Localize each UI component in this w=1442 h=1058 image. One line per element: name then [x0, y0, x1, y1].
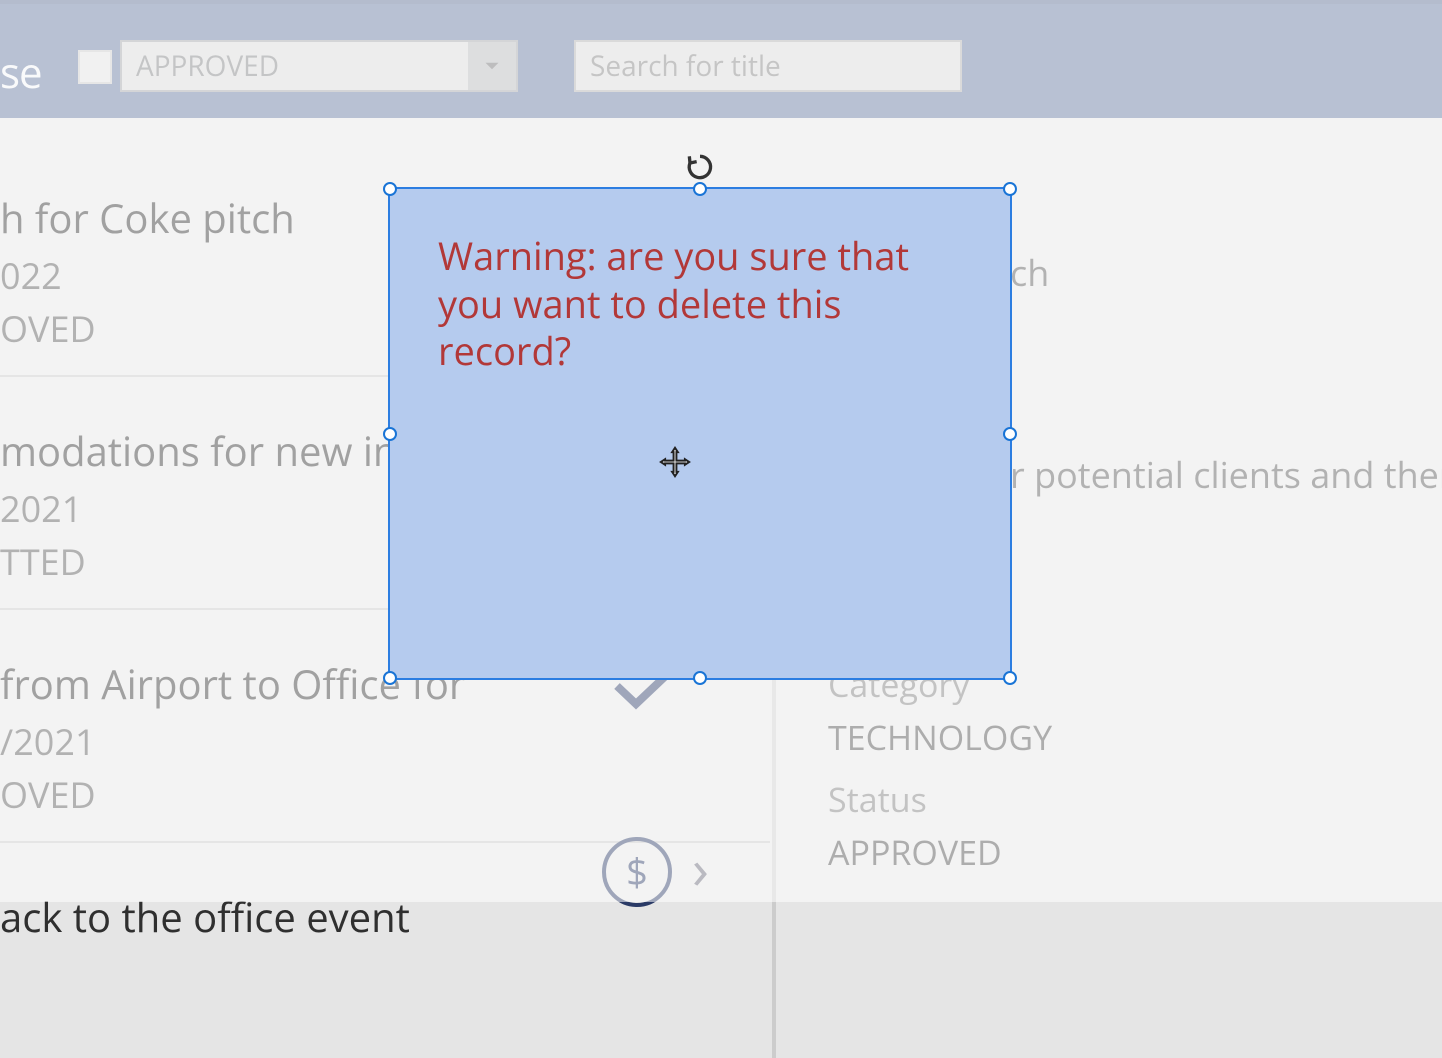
resize-handle[interactable] — [1003, 182, 1017, 196]
resize-handle[interactable] — [383, 182, 397, 196]
resize-handle[interactable] — [1003, 671, 1017, 685]
move-icon — [658, 445, 692, 484]
detail-text-fragment: r potential clients and there were 6 of … — [1010, 450, 1442, 499]
resize-handle[interactable] — [693, 182, 707, 196]
category-value: TECHNOLOGY — [828, 711, 1052, 764]
search-input[interactable]: Search for title — [574, 40, 962, 92]
status-filter-dropdown[interactable]: APPROVED — [120, 40, 518, 92]
resize-handle[interactable] — [693, 671, 707, 685]
list-item-status: OVED — [0, 770, 770, 819]
filter-checkbox[interactable] — [78, 50, 112, 84]
resize-handle[interactable] — [383, 671, 397, 685]
vertical-splitter[interactable] — [772, 658, 776, 1058]
resize-handle[interactable] — [383, 427, 397, 441]
detail-panel: Category TECHNOLOGY Status APPROVED — [828, 658, 1052, 889]
top-toolbar: se APPROVED Search for title — [0, 0, 1442, 118]
status-label: Status — [828, 773, 1052, 826]
detail-text-fragment: ch — [1010, 248, 1049, 297]
status-filter-value: APPROVED — [136, 47, 279, 85]
search-placeholder: Search for title — [590, 47, 781, 85]
status-value: APPROVED — [828, 826, 1052, 879]
dollar-icon[interactable]: $ — [602, 837, 672, 907]
page-title-fragment: se — [0, 44, 42, 101]
resize-handle[interactable] — [1003, 427, 1017, 441]
chevron-right-icon[interactable]: › — [692, 830, 709, 906]
action-row: $ › — [602, 834, 709, 910]
warning-dialog[interactable]: Warning: are you sure that you want to d… — [388, 187, 1012, 680]
warning-text: Warning: are you sure that you want to d… — [438, 233, 942, 376]
chevron-down-icon — [468, 42, 516, 90]
list-item-date: /2021 — [0, 717, 770, 766]
